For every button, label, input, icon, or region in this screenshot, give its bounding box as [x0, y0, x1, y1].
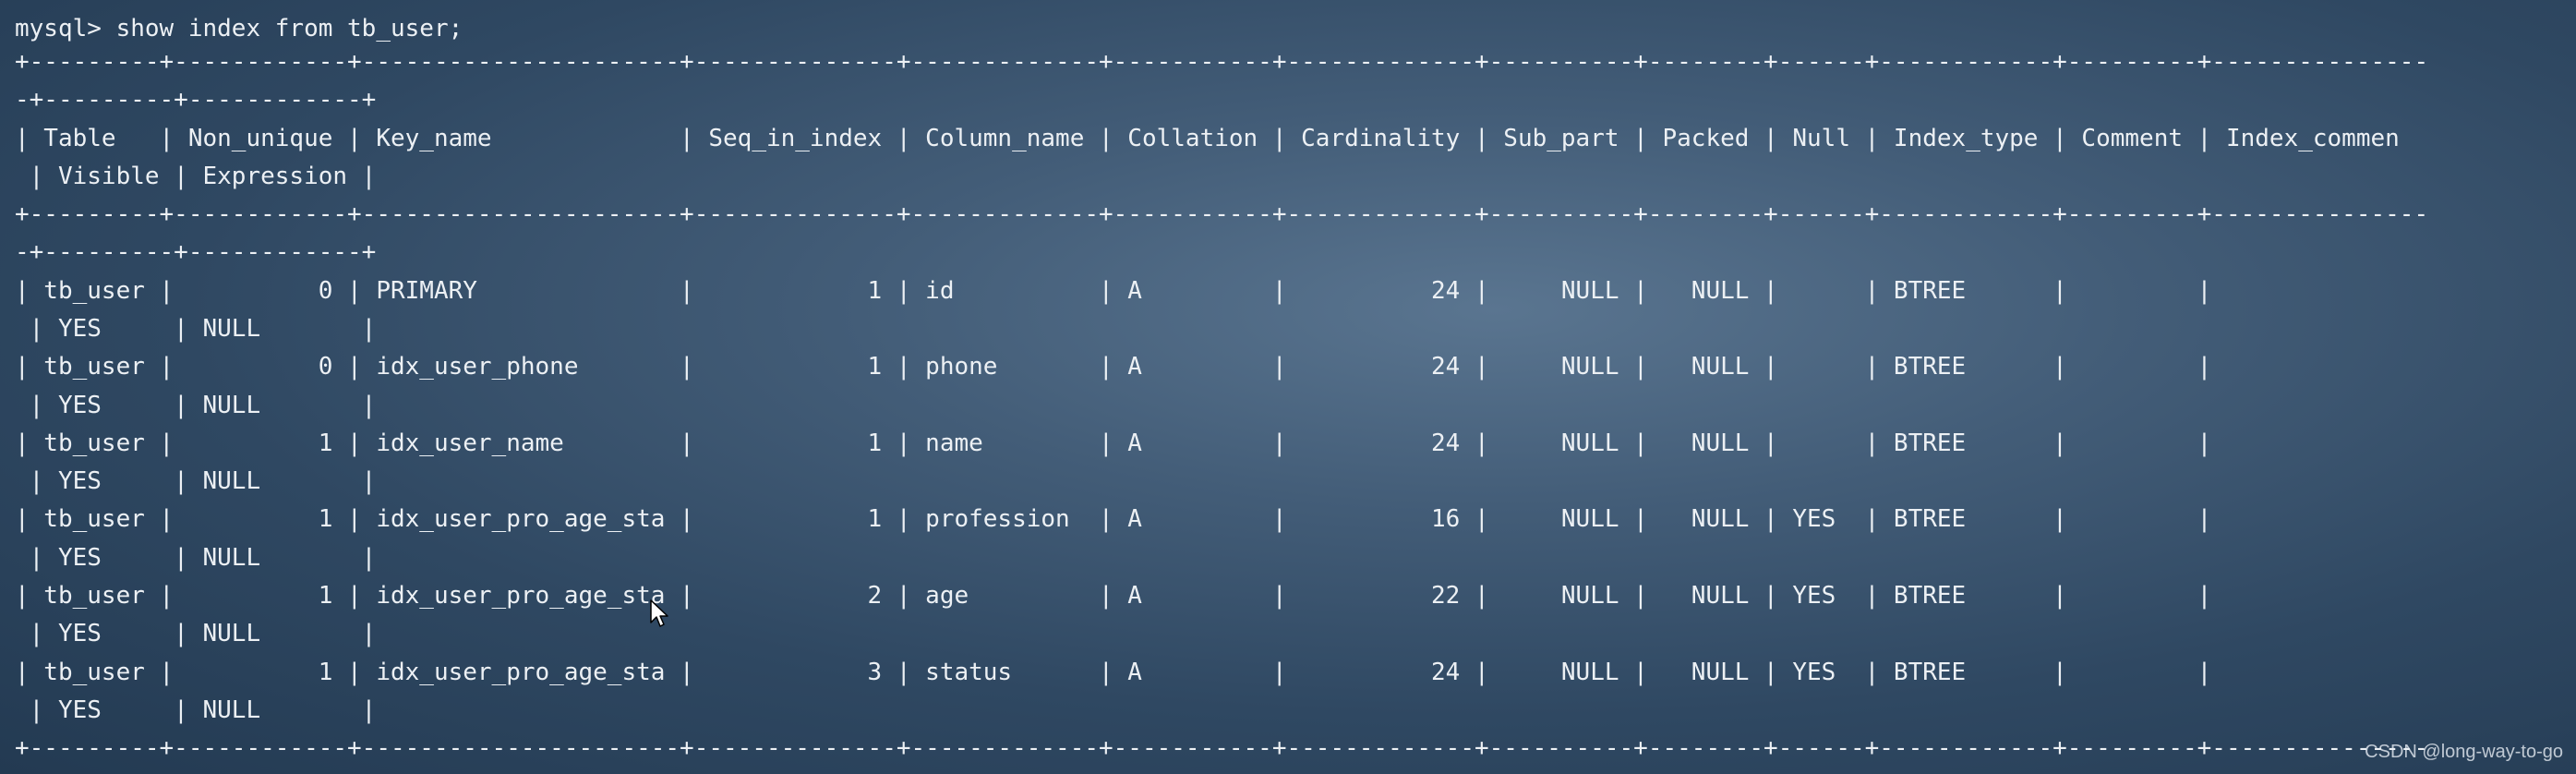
watermark: CSDN @long-way-to-go [2365, 742, 2563, 762]
mouse-pointer-icon [650, 599, 668, 627]
table-row-continued: | YES | NULL | [15, 544, 377, 572]
table-row-continued: | YES | NULL | [15, 315, 377, 343]
table-row: | tb_user | 1 | idx_user_pro_age_sta | 3… [15, 659, 2212, 686]
table-row: | tb_user | 1 | idx_user_name | 1 | name… [15, 429, 2212, 457]
table-border: +---------+------------+----------------… [15, 48, 2429, 76]
table-row: | tb_user | 1 | idx_user_pro_age_sta | 1… [15, 505, 2212, 533]
table-row-continued: | YES | NULL | [15, 620, 377, 647]
table-row-continued: | YES | NULL | [15, 696, 377, 724]
table-header-row: | Visible | Expression | [15, 163, 377, 190]
table-border: +---------+------------+----------------… [15, 200, 2429, 228]
table-row: | tb_user | 0 | PRIMARY | 1 | id | A | 2… [15, 277, 2212, 305]
terminal-window[interactable]: mysql> show index from tb_user; +-------… [0, 0, 2576, 774]
command-line: mysql> show index from tb_user; [15, 15, 463, 42]
table-row: | tb_user | 1 | idx_user_pro_age_sta | 2… [15, 582, 2212, 610]
table-row: | tb_user | 0 | idx_user_phone | 1 | pho… [15, 353, 2212, 381]
table-row-continued: | YES | NULL | [15, 467, 377, 495]
table-border: -+---------+------------+ [15, 238, 377, 266]
table-border: -+---------+------------+ [15, 86, 377, 114]
table-row-continued: | YES | NULL | [15, 392, 377, 419]
table-header-row: | Table | Non_unique | Key_name | Seq_in… [15, 125, 2400, 152]
table-border: +---------+------------+----------------… [15, 734, 2429, 762]
